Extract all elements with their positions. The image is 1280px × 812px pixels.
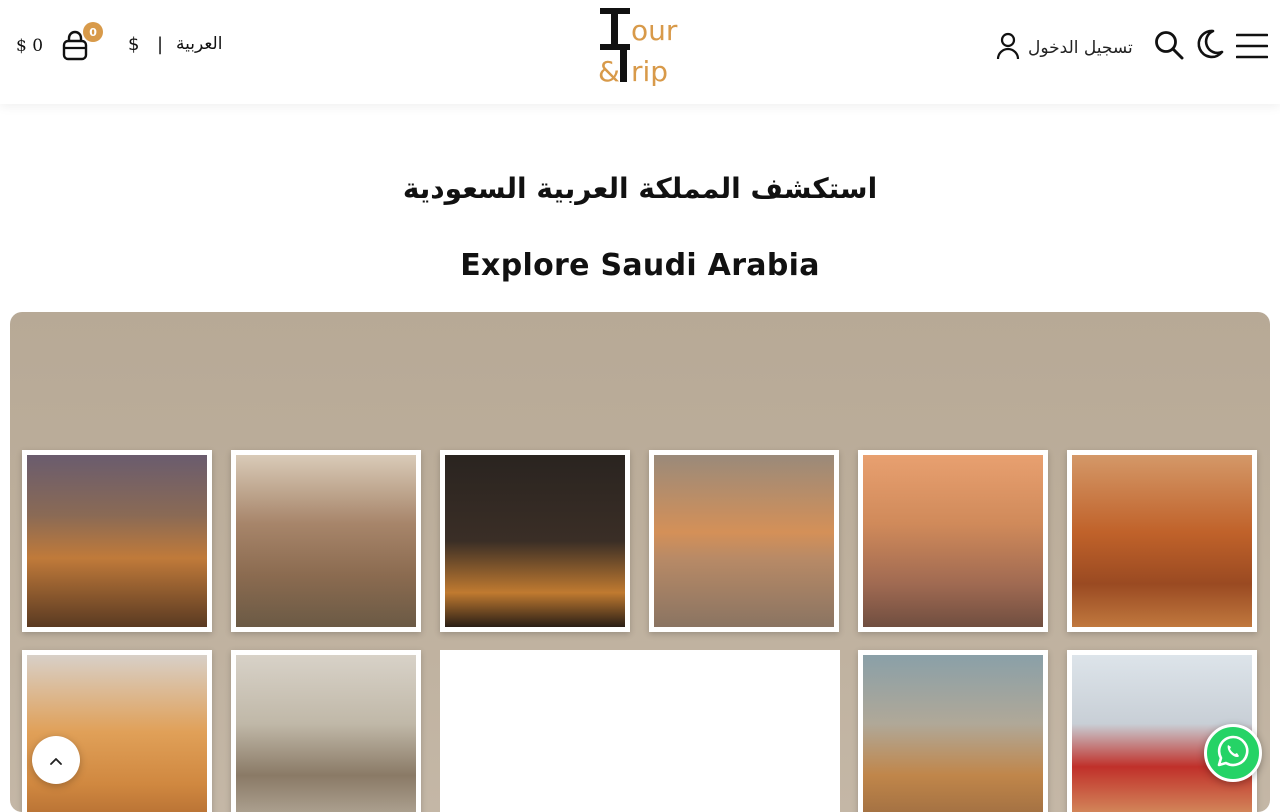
collage-photo-plateau-view <box>858 650 1048 812</box>
collage-photo-cliffs-hiker <box>231 450 421 632</box>
user-icon <box>996 32 1020 64</box>
collage-blank-panel <box>440 650 840 812</box>
login-link[interactable]: تسجيل الدخول <box>996 32 1133 64</box>
divider: | <box>157 34 164 55</box>
language-selector[interactable]: العربية <box>176 34 222 54</box>
svg-text:rip: rip <box>631 55 668 86</box>
hero-collage-image <box>10 312 1270 812</box>
cart-count-badge: 0 <box>83 22 104 42</box>
currency-selector[interactable]: $ <box>128 34 139 55</box>
svg-text:&: & <box>598 55 620 86</box>
page-title-arabic: استكشف المملكة العربية السعودية <box>402 172 878 205</box>
menu-icon[interactable] <box>1235 32 1269 60</box>
cart[interactable]: $ 0 0 <box>16 22 104 62</box>
collage-photo-canyon-edge <box>231 650 421 812</box>
login-label: تسجيل الدخول <box>1028 38 1133 58</box>
whatsapp-button[interactable] <box>1204 724 1262 782</box>
collage-photo-camel-rider <box>22 650 212 812</box>
page-title-english: Explore Saudi Arabia <box>460 248 820 283</box>
collage-photo-heritage-ruins <box>22 450 212 632</box>
cart-amount: $ 0 <box>16 36 44 56</box>
collage-photo-desert-sunset <box>649 450 839 632</box>
collage-photo-man-sunset <box>858 450 1048 632</box>
whatsapp-icon <box>1216 734 1250 772</box>
site-header: $ 0 0 $ | العربية our & rip تسجيل الدخول <box>0 0 1280 104</box>
search-icon[interactable] <box>1154 30 1184 60</box>
scroll-to-top-button[interactable] <box>32 736 80 784</box>
svg-text:our: our <box>631 14 678 47</box>
site-logo[interactable]: our & rip <box>598 6 686 88</box>
collage-photo-night-camp <box>440 450 630 632</box>
chevron-up-icon <box>49 751 63 770</box>
cart-icon[interactable]: 0 <box>61 22 104 62</box>
collage-photo-rock-formation <box>1067 450 1257 632</box>
moon-icon[interactable] <box>1194 28 1224 60</box>
